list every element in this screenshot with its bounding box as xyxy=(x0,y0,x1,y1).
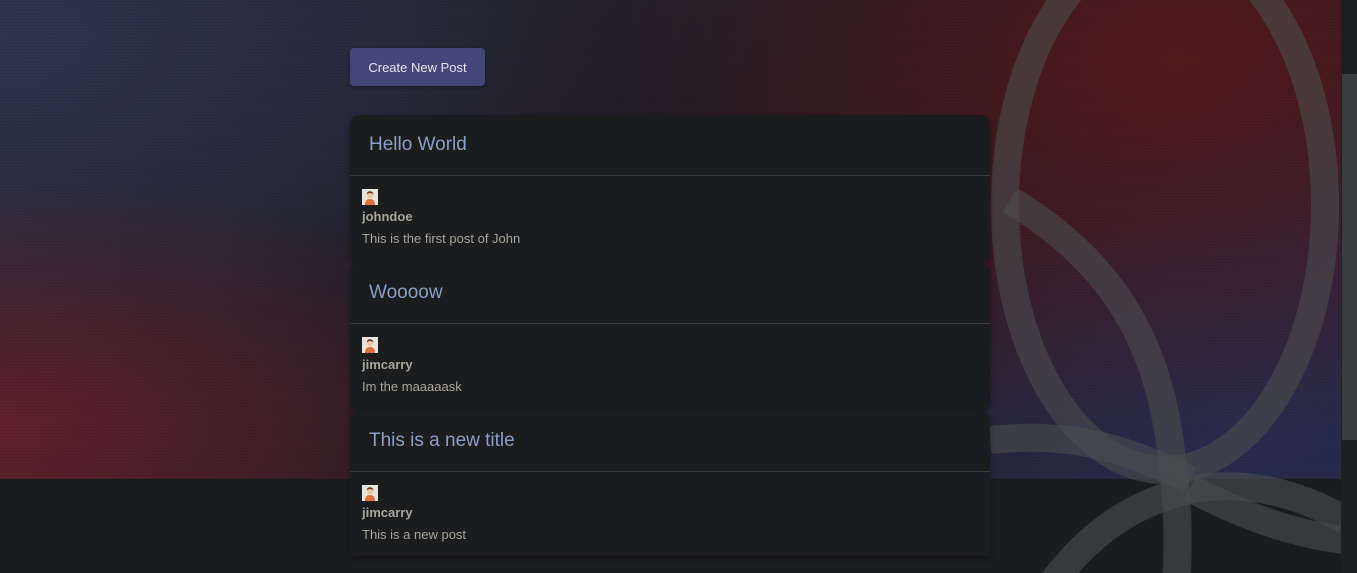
scrollbar-thumb[interactable] xyxy=(1342,74,1357,440)
post-author[interactable]: jimcarry xyxy=(362,505,413,520)
user-avatar-icon xyxy=(362,189,378,205)
post-content: Im the maaaaask xyxy=(362,379,462,394)
post-body: jimcarry Im the maaaaask xyxy=(350,324,990,411)
post-card: Hello World johndoe This is the first po… xyxy=(350,115,990,263)
create-new-post-button[interactable]: Create New Post xyxy=(350,48,485,86)
post-author[interactable]: jimcarry xyxy=(362,357,413,372)
post-list: Hello World johndoe This is the first po… xyxy=(350,115,990,556)
post-title[interactable]: Hello World xyxy=(369,134,467,156)
post-card: This is a new title jimcarry This is a n… xyxy=(350,411,990,556)
post-body: johndoe This is the first post of John xyxy=(350,176,990,263)
post-title[interactable]: Woooow xyxy=(369,282,443,304)
post-author[interactable]: johndoe xyxy=(362,209,413,224)
post-header: This is a new title xyxy=(350,411,990,472)
post-content: This is a new post xyxy=(362,527,467,542)
post-header: Woooow xyxy=(350,263,990,324)
page: Create New Post Hello World johndoe This… xyxy=(0,0,1357,573)
user-avatar-icon xyxy=(362,337,378,353)
post-body: jimcarry This is a new post xyxy=(350,472,990,556)
post-content: This is the first post of John xyxy=(362,231,521,246)
post-title[interactable]: This is a new title xyxy=(369,430,515,452)
user-avatar-icon xyxy=(362,485,378,501)
post-card: Woooow jimcarry Im the maaaaask xyxy=(350,263,990,411)
post-header: Hello World xyxy=(350,115,990,176)
